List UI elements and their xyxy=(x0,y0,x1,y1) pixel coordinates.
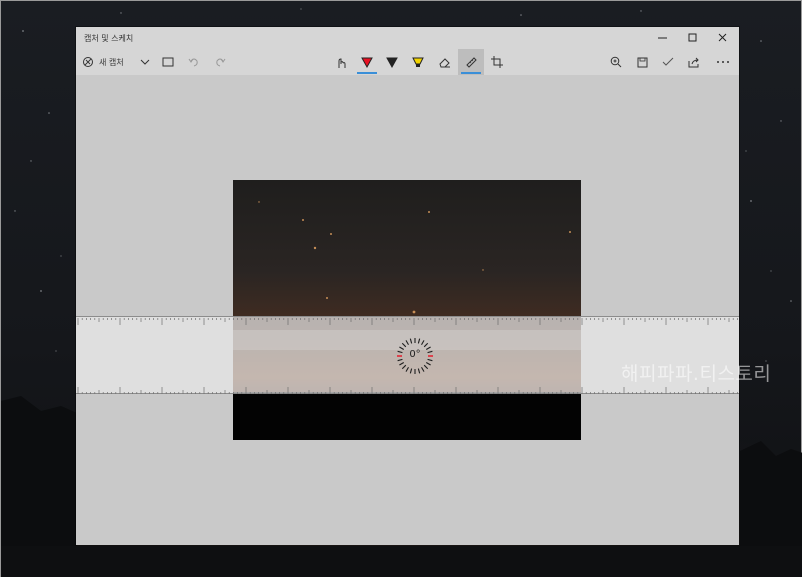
image-dark-ground xyxy=(233,392,581,440)
ballpoint-pen-icon xyxy=(361,57,373,68)
share-icon xyxy=(688,57,699,68)
maximize-icon xyxy=(688,33,697,42)
minimize-icon xyxy=(658,37,667,39)
more-options-button[interactable] xyxy=(710,49,736,75)
watermark-text: 해피파파.티스토리 xyxy=(621,363,772,385)
redo-button[interactable] xyxy=(210,49,230,75)
save-button[interactable] xyxy=(630,49,654,75)
close-icon xyxy=(718,33,727,42)
close-button[interactable] xyxy=(708,27,738,49)
active-tool-underline xyxy=(357,72,377,74)
minimize-button[interactable] xyxy=(648,27,678,49)
eraser-icon xyxy=(438,58,450,68)
touch-writing-icon xyxy=(338,57,345,68)
touch-writing-button[interactable] xyxy=(330,49,352,75)
redo-icon xyxy=(216,58,226,67)
eraser-button[interactable] xyxy=(432,49,456,75)
crop-button[interactable] xyxy=(486,49,508,75)
chevron-down-icon xyxy=(140,59,150,65)
open-file-button[interactable] xyxy=(158,49,178,75)
crop-icon xyxy=(491,56,503,68)
maximize-button[interactable] xyxy=(678,27,708,49)
pencil-button[interactable] xyxy=(380,49,404,75)
canvas-area[interactable] xyxy=(76,75,739,545)
copy-check-icon xyxy=(662,57,674,66)
snip-scissors-icon xyxy=(83,56,93,67)
captured-image xyxy=(233,180,581,440)
ruler-angle-dial[interactable]: 0° xyxy=(395,336,435,376)
folder-icon xyxy=(162,57,174,67)
zoom-in-icon xyxy=(610,56,622,68)
app-title: 캡처 및 스케치 xyxy=(84,34,134,43)
ruler-angle-readout: 0° xyxy=(409,349,421,360)
active-tool-underline xyxy=(461,72,481,74)
share-button[interactable] xyxy=(682,49,706,75)
pencil-icon xyxy=(386,57,398,68)
ruler-icon xyxy=(465,56,477,68)
undo-button[interactable] xyxy=(184,49,204,75)
new-capture-button[interactable]: 새 캡처 xyxy=(82,49,132,75)
save-icon xyxy=(637,57,647,67)
capture-mode-dropdown[interactable] xyxy=(136,49,154,75)
zoom-button[interactable] xyxy=(604,49,628,75)
title-bar[interactable]: 캡처 및 스케치 xyxy=(76,27,739,49)
new-capture-label: 새 캡처 xyxy=(99,57,124,67)
highlighter-icon xyxy=(412,57,424,67)
undo-icon xyxy=(188,58,198,67)
ballpoint-pen-button[interactable] xyxy=(354,49,380,75)
highlighter-button[interactable] xyxy=(406,49,430,75)
ruler-button[interactable] xyxy=(458,49,484,75)
snip-sketch-window: 캡처 및 스케치 새 캡처 xyxy=(76,27,739,545)
copy-button[interactable] xyxy=(656,49,680,75)
toolbar: 새 캡처 xyxy=(76,49,739,75)
more-icon xyxy=(717,61,729,63)
